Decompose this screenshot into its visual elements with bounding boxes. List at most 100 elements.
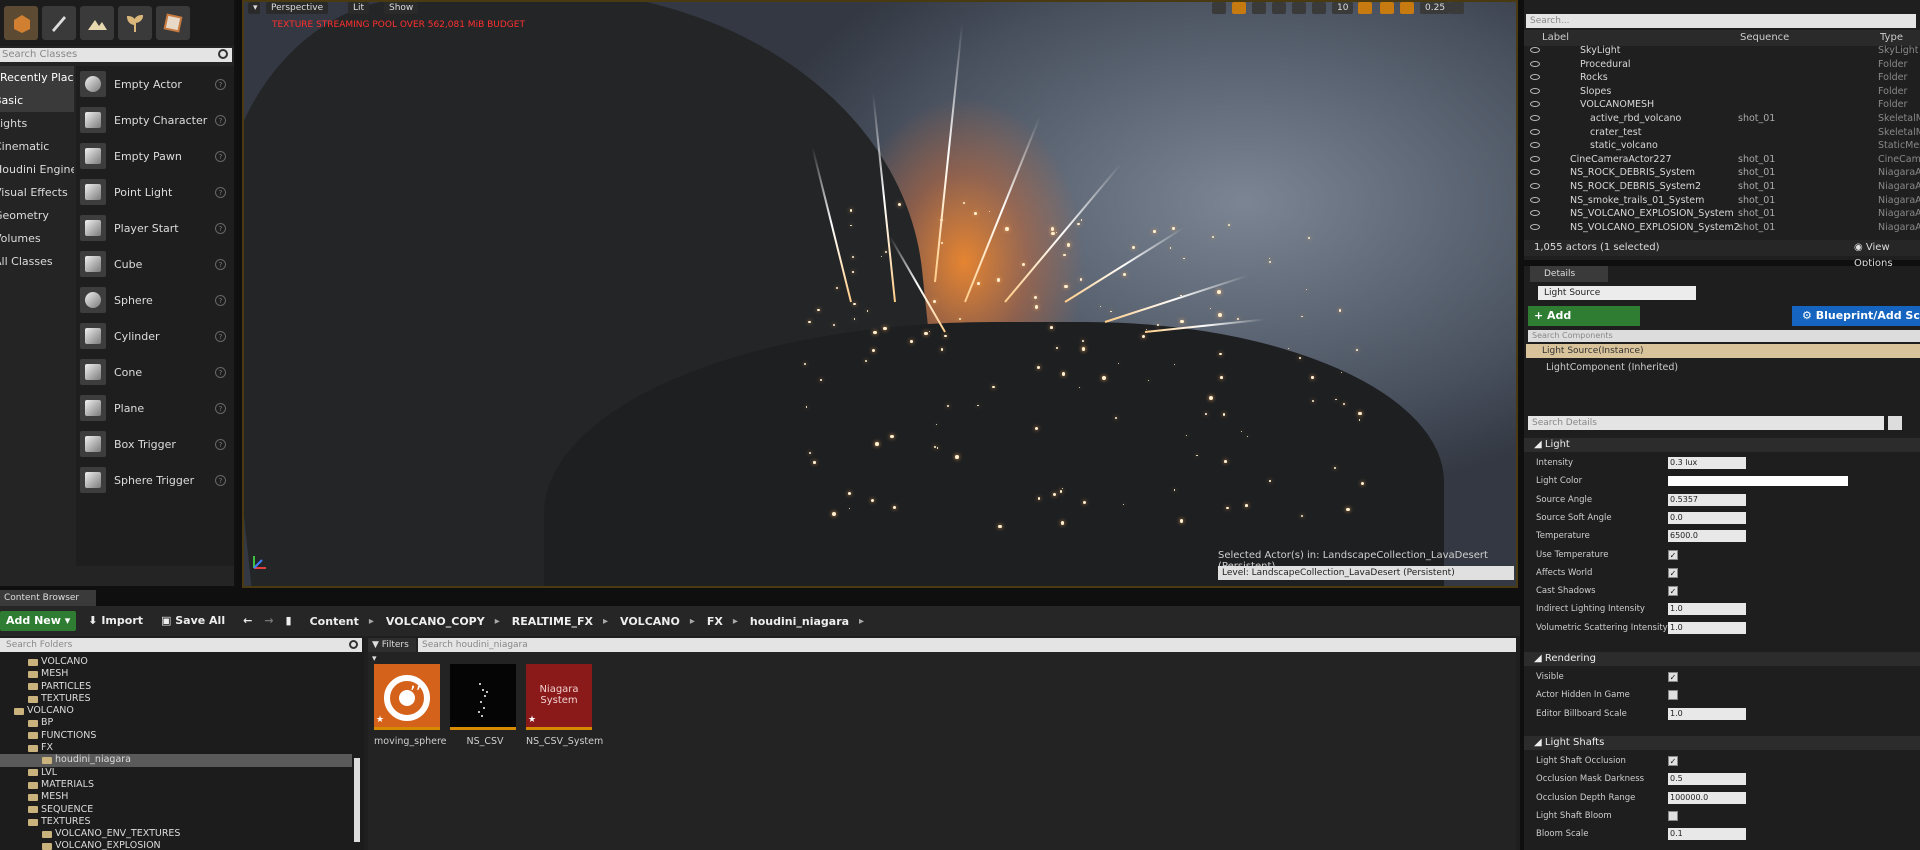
category-item[interactable]: Recently Placed (0, 66, 74, 89)
breadcrumb-item[interactable]: Content (310, 615, 359, 628)
property-value-field[interactable]: 1.0 (1668, 621, 1746, 634)
outliner-row[interactable]: NS_VOLCANO_EXPLOSION_System shot_01 Niagar… (1524, 207, 1920, 221)
help-icon[interactable]: ? (215, 186, 226, 198)
category-item[interactable]: Geometry (0, 204, 74, 227)
visibility-eye-icon[interactable] (1530, 223, 1540, 230)
actor-item[interactable]: Empty Character? (76, 102, 234, 138)
help-icon[interactable]: ? (215, 222, 226, 234)
filters-button[interactable]: ▼ Filters ▾ (368, 638, 416, 664)
outliner-row[interactable]: crater_test SkeletalMe (1524, 126, 1920, 140)
folder-item[interactable]: SEQUENCE (0, 804, 352, 816)
folder-item[interactable]: FX (0, 742, 352, 754)
category-item[interactable]: Houdini Engine (0, 158, 74, 181)
outliner-row[interactable]: NS_ROCK_DEBRIS_System2 shot_01 NiagaraAc (1524, 180, 1920, 194)
category-item[interactable]: Visual Effects (0, 181, 74, 204)
property-value-field[interactable]: 0.1 (1668, 828, 1746, 841)
translate-icon[interactable] (1212, 2, 1226, 14)
actor-item[interactable]: Empty Actor? (76, 66, 234, 102)
outliner-row[interactable]: NS_VOLCANO_EXPLOSION_System2 shot_01 Niaga… (1524, 221, 1920, 235)
actor-item[interactable]: Plane? (76, 390, 234, 426)
lit-button[interactable]: Lit (348, 2, 370, 14)
visibility-eye-icon[interactable] (1530, 74, 1540, 81)
folder-item[interactable]: VOLCANO (0, 656, 352, 668)
property-checkbox[interactable]: ✓ (1668, 672, 1678, 682)
section-light[interactable]: ◢ Light (1524, 438, 1920, 452)
back-arrow-icon[interactable]: ← (237, 611, 258, 631)
help-icon[interactable]: ? (215, 330, 226, 342)
grid-view-icon[interactable] (1888, 416, 1902, 430)
actor-item[interactable]: Sphere Trigger? (76, 462, 234, 498)
outliner-row[interactable]: Rocks Folder (1524, 71, 1920, 85)
search-classes-input[interactable]: Search Classes (0, 48, 232, 62)
folder-item[interactable]: LVL (0, 767, 352, 779)
save-all-button[interactable]: ▣ Save All (155, 611, 231, 631)
asset-moving-sphere[interactable]: ,,, ★ moving_sphere (374, 664, 447, 752)
rotate-icon[interactable] (1232, 2, 1246, 14)
breadcrumb-item[interactable]: REALTIME_FX (512, 615, 593, 628)
visibility-eye-icon[interactable] (1530, 128, 1540, 135)
property-value-field[interactable]: 0.5357 (1668, 493, 1746, 506)
visibility-eye-icon[interactable] (1530, 196, 1540, 203)
visibility-eye-icon[interactable] (1530, 114, 1540, 121)
visibility-eye-icon[interactable] (1530, 60, 1540, 67)
angle-snap-icon[interactable] (1358, 2, 1372, 14)
actor-item[interactable]: Cube? (76, 246, 234, 282)
folder-item[interactable]: MATERIALS (0, 779, 352, 791)
blueprint-add-script-button[interactable]: ⚙ Blueprint/Add Script (1792, 306, 1920, 326)
help-icon[interactable]: ? (215, 294, 226, 306)
search-folders-input[interactable]: Search Folders (0, 638, 362, 652)
search-details-input[interactable]: Search Details (1528, 416, 1884, 430)
show-button[interactable]: Show (384, 2, 419, 14)
actor-item[interactable]: Box Trigger? (76, 426, 234, 462)
category-item[interactable]: Volumes (0, 227, 74, 250)
world-local-icon[interactable] (1272, 2, 1286, 14)
outliner-row[interactable]: Procedural Folder (1524, 58, 1920, 72)
landscape-mode-icon[interactable] (80, 6, 114, 40)
import-button[interactable]: ⬇ Import (82, 611, 149, 631)
help-icon[interactable]: ? (215, 258, 226, 270)
search-assets-input[interactable]: Search houdini_niagara (418, 638, 1516, 652)
outliner-row[interactable]: static_volcano StaticMesh (1524, 139, 1920, 153)
add-component-button[interactable]: + Add Component - (1528, 306, 1640, 342)
section-rendering[interactable]: ◢ Rendering (1524, 652, 1920, 666)
folder-item[interactable]: MESH (0, 668, 352, 680)
level-viewport[interactable]: ▾ Perspective Lit Show 10 0.25 TEXTURE S… (242, 0, 1518, 588)
camera-speed-icon[interactable] (1400, 2, 1414, 14)
visibility-eye-icon[interactable] (1530, 155, 1540, 162)
surface-snap-icon[interactable] (1292, 2, 1306, 14)
actor-item[interactable]: Cone? (76, 354, 234, 390)
folder-item[interactable]: TEXTURES (0, 816, 352, 828)
actor-item[interactable]: Sphere? (76, 282, 234, 318)
actor-item[interactable]: Point Light? (76, 174, 234, 210)
actor-item[interactable]: Player Start? (76, 210, 234, 246)
property-value-field[interactable]: 1.0 (1668, 603, 1746, 616)
content-browser-tab[interactable]: Content Browser (0, 590, 96, 606)
actor-name-field[interactable]: Light Source (1538, 286, 1696, 300)
camera-speed-value[interactable]: 0.25 (1420, 2, 1451, 14)
folder-item[interactable]: VOLCANO_ENV_TEXTURES (0, 828, 352, 840)
maximize-icon[interactable] (1450, 2, 1464, 14)
actor-item[interactable]: Cylinder? (76, 318, 234, 354)
help-icon[interactable]: ? (215, 366, 226, 378)
property-checkbox[interactable]: ✓ (1668, 756, 1678, 766)
property-value-field[interactable]: 100000.0 (1668, 791, 1746, 804)
component-instance[interactable]: Light Source(Instance) (1526, 344, 1920, 358)
category-item[interactable]: Lights (0, 112, 74, 135)
visibility-eye-icon[interactable] (1530, 169, 1540, 176)
asset-ns-csv-system[interactable]: Niagara System ★ NS_CSV_System (526, 664, 603, 752)
grid-size-value[interactable]: 10 (1332, 2, 1354, 14)
category-item[interactable]: All Classes (0, 250, 74, 273)
folder-item[interactable]: VOLCANO (0, 705, 352, 717)
help-icon[interactable]: ? (215, 78, 226, 90)
property-checkbox[interactable] (1668, 810, 1678, 821)
forward-arrow-icon[interactable]: → (258, 611, 279, 631)
grid-snap-icon[interactable] (1312, 2, 1326, 14)
breadcrumb-item[interactable]: houdini_niagara (750, 615, 849, 628)
folder-item[interactable]: houdini_niagara (0, 754, 352, 767)
outliner-row[interactable]: NS_smoke_trails_01_System shot_01 NiagaraA… (1524, 194, 1920, 208)
breadcrumb-item[interactable]: VOLCANO (620, 615, 680, 628)
visibility-eye-icon[interactable] (1530, 101, 1540, 108)
outliner-row[interactable]: VOLCANOMESH Folder (1524, 98, 1920, 112)
place-mode-icon[interactable] (4, 6, 38, 40)
light-color-swatch[interactable] (1668, 476, 1848, 487)
